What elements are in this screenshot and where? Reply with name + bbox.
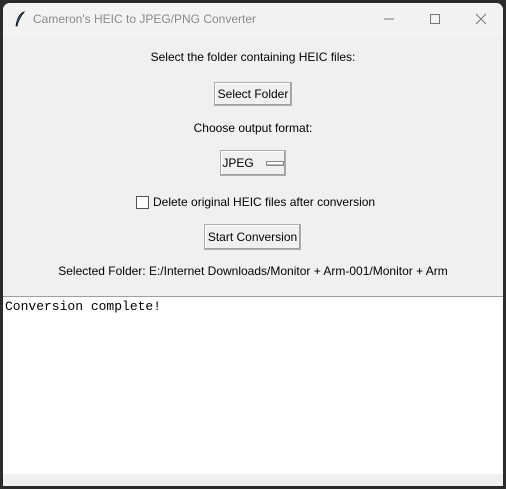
- format-dropdown-value: JPEG: [222, 156, 254, 170]
- log-text: Conversion complete!: [5, 299, 162, 314]
- feather-icon: [15, 11, 26, 27]
- format-dropdown[interactable]: JPEG: [220, 150, 286, 176]
- log-textarea[interactable]: Conversion complete!: [3, 296, 503, 474]
- close-button[interactable]: [470, 9, 492, 29]
- format-prompt-label: Choose output format:: [193, 121, 313, 135]
- delete-originals-label[interactable]: Delete original HEIC files after convers…: [153, 195, 375, 209]
- app-window: Cameron's HEIC to JPEG/PNG Converter Sel…: [3, 3, 503, 486]
- select-folder-button[interactable]: Select Folder: [214, 82, 292, 106]
- minimize-button[interactable]: [378, 9, 400, 29]
- maximize-button[interactable]: [424, 9, 446, 29]
- title-bar: Cameron's HEIC to JPEG/PNG Converter: [3, 3, 503, 36]
- start-conversion-button[interactable]: Start Conversion: [204, 224, 301, 250]
- folder-prompt-label: Select the folder containing HEIC files:: [150, 50, 356, 64]
- window-title: Cameron's HEIC to JPEG/PNG Converter: [33, 12, 257, 26]
- delete-originals-checkbox[interactable]: [136, 196, 149, 209]
- menu-indicator-icon: [265, 160, 284, 166]
- selected-folder-label: Selected Folder: E:/Internet Downloads/M…: [58, 264, 448, 278]
